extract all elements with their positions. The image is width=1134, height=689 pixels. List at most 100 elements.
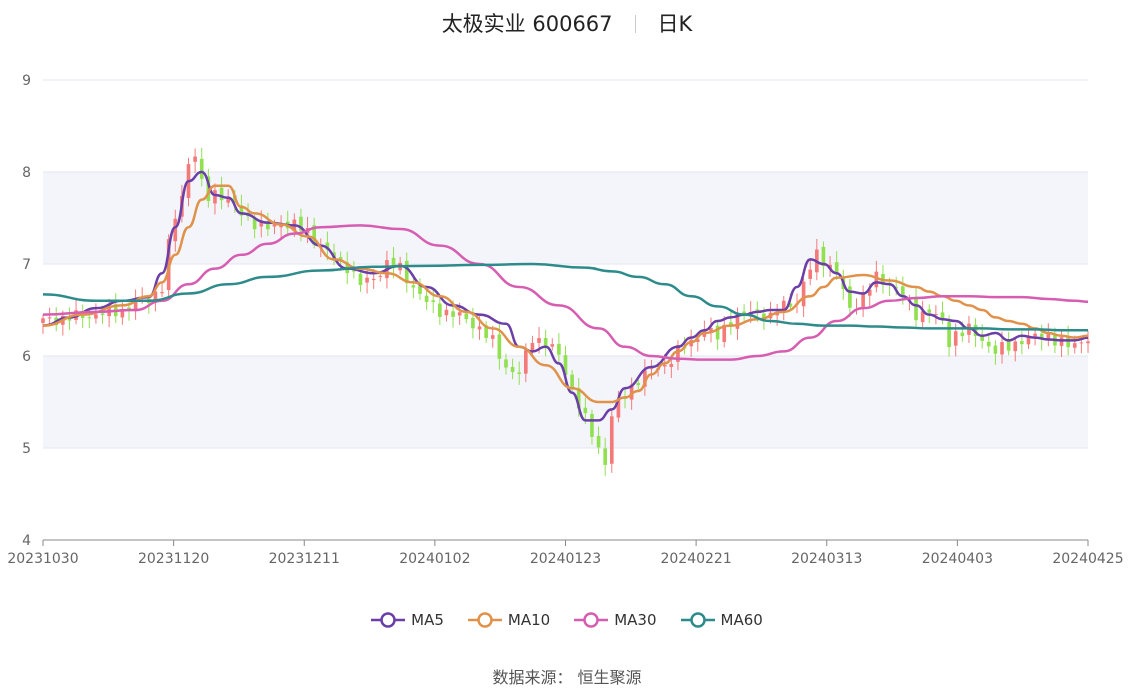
x-tick-label: 20240123 [530, 551, 601, 567]
data-source: 数据来源： 恒生聚源 [0, 664, 1134, 688]
candle-body [438, 303, 442, 317]
source-label: 数据来源： [492, 668, 573, 687]
candle-body [213, 190, 217, 204]
candle-body [424, 295, 429, 303]
candle-body [477, 326, 482, 330]
legend-item-ma60[interactable]: MA60 [680, 611, 763, 629]
y-tick-label: 9 [22, 73, 31, 89]
candle-body [1066, 336, 1070, 348]
candle-body [352, 270, 356, 272]
x-tick-label: 20240102 [399, 551, 470, 567]
y-tick-label: 4 [22, 533, 31, 549]
legend-label: MA5 [411, 611, 444, 629]
candle-body [1072, 343, 1077, 348]
candle [729, 311, 733, 335]
candle-body [252, 218, 257, 230]
candle-body [669, 363, 674, 367]
candle [54, 307, 59, 332]
candle-body [1086, 341, 1090, 344]
candle [418, 278, 422, 301]
y-tick-label: 8 [22, 165, 31, 181]
legend-label: MA10 [507, 611, 551, 629]
x-axis: 20231030 20231120 20231211 20240102 20240123… [7, 539, 1124, 567]
candle-body [371, 278, 376, 281]
y-axis: 4 5 6 7 8 9 [22, 73, 31, 549]
candle [41, 314, 45, 334]
legend-line-circle-icon [680, 612, 715, 628]
candle-body [960, 332, 965, 337]
candle-body [1079, 342, 1084, 344]
candle [1006, 331, 1011, 356]
candlestick-chart: 456789 20231030 20231120 20231211 20240102 2… [7, 73, 1124, 567]
candle [543, 329, 548, 357]
candle-body [431, 300, 436, 302]
candle-body [1033, 333, 1037, 337]
legend-item-ma30[interactable]: MA30 [574, 611, 657, 629]
candle [550, 338, 555, 351]
legend-item-ma5[interactable]: MA5 [371, 611, 444, 629]
candle-body [947, 321, 951, 348]
x-tick-label: 20231030 [7, 551, 78, 567]
candle-body [1013, 341, 1018, 352]
candle [609, 410, 614, 473]
candle-body [570, 374, 574, 388]
candle [848, 278, 852, 318]
candle [1059, 329, 1064, 357]
y-tick-label: 7 [22, 257, 31, 273]
candle [914, 287, 918, 329]
legend-line-circle-icon [371, 612, 406, 628]
candle-body [365, 277, 369, 283]
candle [821, 241, 826, 278]
grid-band [43, 172, 1088, 264]
candle-body [583, 407, 588, 414]
candle-body [662, 364, 667, 367]
candle [1046, 323, 1051, 347]
candle-body [358, 273, 363, 286]
candle-body [530, 343, 535, 351]
x-tick-label: 20240221 [660, 551, 731, 567]
candle [193, 148, 197, 173]
candle-body [411, 285, 416, 288]
candle [940, 301, 945, 325]
legend-label: MA60 [720, 611, 763, 629]
candle-body [914, 296, 918, 321]
candle [80, 304, 85, 329]
x-tick-label: 20240403 [922, 551, 993, 567]
candle-body [609, 416, 614, 464]
candle [113, 293, 118, 324]
candle-body [848, 286, 852, 308]
x-tick-label: 20231120 [138, 551, 209, 567]
candle [920, 300, 925, 328]
candle-body [596, 435, 601, 448]
candle-body [543, 338, 548, 347]
candle-body [193, 156, 197, 162]
candle-body [464, 313, 469, 320]
candle-body [742, 311, 746, 314]
candle-body [523, 350, 528, 374]
candle-body [47, 317, 52, 319]
chart-page: 太极实业 600667 日K 456789 20231030 20231120 202… [0, 0, 1134, 689]
candle-body [41, 318, 45, 323]
candle-body [94, 314, 98, 319]
candle-body [1000, 342, 1004, 355]
candle-body [87, 317, 92, 319]
x-tick-label: 20240313 [791, 551, 862, 567]
candle-body [457, 312, 462, 316]
candle [861, 285, 865, 317]
candle [1086, 330, 1090, 353]
candle [709, 317, 713, 343]
candle-body [993, 345, 998, 354]
candle-body [510, 367, 515, 373]
candle-body [861, 293, 865, 307]
legend-item-ma10[interactable]: MA10 [467, 611, 551, 629]
candle-body [219, 187, 224, 201]
candle [715, 320, 720, 350]
candle-body [636, 383, 641, 386]
candle-body [1020, 341, 1024, 345]
candle-body [378, 275, 383, 277]
candle [120, 300, 125, 325]
candle-body [504, 359, 508, 368]
candle-body [100, 313, 105, 316]
candle-body [537, 338, 541, 343]
candle-body [497, 334, 502, 359]
